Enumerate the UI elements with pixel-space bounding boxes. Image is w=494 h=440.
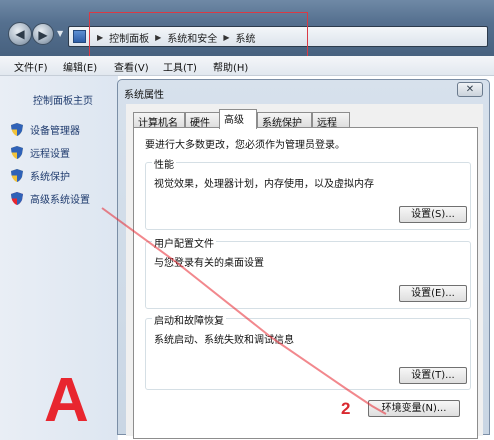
- annotation-step-number: 2: [341, 399, 351, 418]
- tab-advanced[interactable]: 高级: [219, 109, 257, 129]
- annotation-letter: A: [44, 366, 89, 435]
